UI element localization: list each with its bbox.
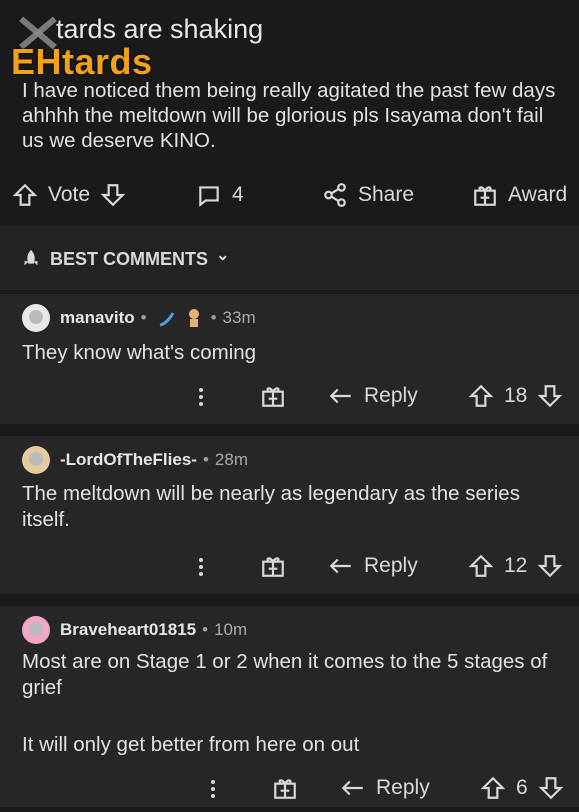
- reply-icon: [329, 558, 351, 574]
- reply-icon: [341, 780, 363, 796]
- comment-header: -LordOfTheFlies- • 28m: [22, 446, 248, 474]
- vote-count: 18: [504, 384, 528, 407]
- award-label: Award: [508, 183, 568, 206]
- more-vertical-icon[interactable]: [199, 385, 205, 409]
- comment-actions: Reply 12: [0, 550, 579, 590]
- arrow-down-icon[interactable]: [537, 553, 563, 579]
- comment-actions: Reply 18: [0, 380, 579, 420]
- timestamp: 28m: [214, 450, 248, 469]
- comments-count: 4: [232, 183, 244, 206]
- post-actions: Vote 4 Share Award: [0, 170, 579, 224]
- comment-item: manavito • • 33m They know what's coming…: [0, 294, 579, 424]
- comment-text: It will only get better from here on out: [22, 733, 360, 756]
- more-vertical-icon[interactable]: [211, 777, 217, 801]
- vote-group: 18: [468, 383, 563, 409]
- reply-button[interactable]: Reply: [340, 775, 430, 801]
- post-body: I have noticed them being really agitate…: [22, 79, 556, 152]
- share-label: Share: [358, 183, 415, 206]
- arrow-up-icon[interactable]: [12, 182, 38, 208]
- chevron-down-icon: ⌄: [216, 247, 230, 264]
- timestamp: 33m: [222, 308, 256, 327]
- comment-header: Braveheart01815 • 10m: [22, 616, 247, 644]
- more-vertical-icon[interactable]: [199, 555, 205, 579]
- vote-group: 12: [468, 553, 563, 579]
- vote-group: Vote: [12, 182, 126, 208]
- arrow-down-icon[interactable]: [537, 383, 563, 409]
- avatar[interactable]: [22, 446, 50, 474]
- arrow-up-icon[interactable]: [468, 553, 494, 579]
- arrow-down-icon[interactable]: [538, 775, 564, 801]
- comment-actions: Reply 6: [0, 772, 579, 812]
- award-button[interactable]: [260, 553, 286, 579]
- watermark-logo: EHtards: [11, 41, 153, 82]
- award-button[interactable]: [272, 775, 298, 801]
- gift-icon: [262, 557, 284, 577]
- arrow-down-icon[interactable]: [100, 182, 126, 208]
- comment-icon: [199, 186, 219, 208]
- comment-text: The meltdown will be nearly as legendary…: [22, 482, 520, 531]
- reply-label: Reply: [364, 384, 418, 407]
- comment-text: They know what's coming: [22, 341, 257, 364]
- flair-icon: [188, 309, 199, 327]
- reply-button[interactable]: Reply: [328, 383, 418, 409]
- comments-button[interactable]: 4: [196, 182, 244, 208]
- award-button[interactable]: Award: [472, 182, 567, 208]
- post: tards are shaking EHtards I have noticed…: [0, 0, 579, 224]
- vote-group: 6: [480, 775, 564, 801]
- arrow-up-icon[interactable]: [468, 383, 494, 409]
- share-icon: [324, 183, 346, 207]
- vote-count: 12: [504, 554, 528, 577]
- username[interactable]: manavito: [60, 308, 135, 328]
- award-button[interactable]: [260, 383, 286, 409]
- sort-label: BEST COMMENTS: [50, 248, 209, 269]
- vote-count: 6: [516, 776, 528, 799]
- vote-label: Vote: [48, 183, 91, 206]
- username[interactable]: Braveheart01815: [60, 620, 196, 640]
- comment-item: Braveheart01815 • 10m Most are on Stage …: [0, 606, 579, 807]
- flair-icon: [159, 312, 174, 327]
- reply-button[interactable]: Reply: [328, 553, 418, 579]
- avatar[interactable]: [22, 616, 50, 644]
- share-button[interactable]: Share: [322, 182, 414, 208]
- timestamp: 10m: [214, 620, 248, 639]
- comment-header: manavito • • 33m: [22, 304, 256, 332]
- sort-dropdown[interactable]: BEST COMMENTS ⌄: [20, 247, 230, 270]
- reply-icon: [329, 388, 351, 404]
- gift-icon: [474, 186, 496, 206]
- gift-icon: [274, 779, 296, 799]
- rocket-icon: [24, 249, 38, 266]
- reply-label: Reply: [376, 776, 430, 799]
- comment-sort-bar: BEST COMMENTS ⌄: [0, 226, 579, 290]
- arrow-up-icon[interactable]: [480, 775, 506, 801]
- comment-text: Most are on Stage 1 or 2 when it comes t…: [22, 650, 548, 699]
- reply-label: Reply: [364, 554, 418, 577]
- username[interactable]: -LordOfTheFlies-: [60, 450, 197, 470]
- gift-icon: [262, 387, 284, 407]
- avatar[interactable]: [22, 304, 50, 332]
- comment-item: -LordOfTheFlies- • 28m The meltdown will…: [0, 436, 579, 594]
